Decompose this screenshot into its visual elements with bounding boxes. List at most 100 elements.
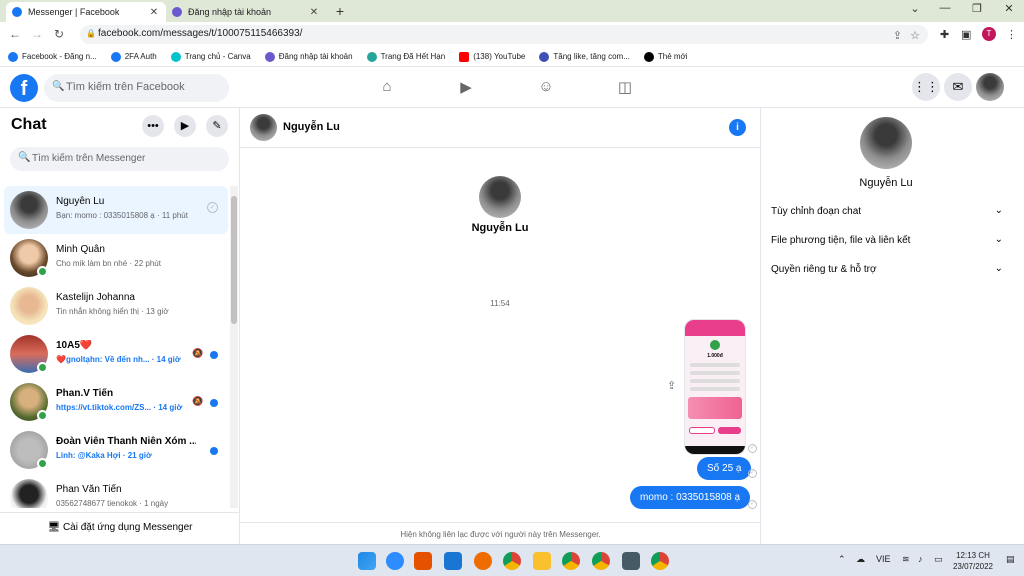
forward-icon[interactable]: ⇪	[667, 379, 676, 392]
bookmark-item[interactable]: Trang chủ - Canva	[170, 51, 251, 62]
chevron-up-icon[interactable]: ⌃	[838, 554, 846, 565]
chrome-menu-icon[interactable]: ⋮	[1006, 28, 1017, 41]
like-icon	[539, 51, 550, 62]
messenger-icon[interactable]: ✉	[944, 73, 972, 101]
video-call-icon[interactable]: ▶	[174, 115, 196, 137]
bookmark-item[interactable]: (138) YouTube	[459, 51, 525, 62]
chrome-profile-icon[interactable]	[592, 552, 610, 570]
unread-dot	[210, 399, 218, 407]
list-item[interactable]: 10A5❤️ ❤️gnoltạhn: Về đến nh... · 14 giờ…	[4, 330, 228, 378]
bookmark-label: 2FA Auth	[124, 52, 157, 61]
minimize-button[interactable]: —	[930, 2, 960, 14]
grid-icon[interactable]: ⋮⋮	[912, 73, 940, 101]
language-indicator[interactable]: VIE	[876, 554, 891, 564]
success-check-icon	[710, 340, 720, 350]
image-message[interactable]: 1.000đ	[684, 319, 746, 455]
bookmark-label: Trang Đã Hết Hạn	[380, 52, 446, 61]
scrollbar-thumb[interactable]	[231, 196, 237, 324]
search-placeholder: Tìm kiếm trên Messenger	[32, 153, 146, 164]
intro-avatar	[479, 176, 521, 218]
wifi-icon[interactable]: ≋	[902, 554, 910, 565]
zoom-icon[interactable]	[386, 552, 404, 570]
new-tab-button[interactable]: +	[332, 3, 348, 19]
chat-sidebar: Chat ••• ▶ ✎ 🔍 Tìm kiếm trên Messenger N…	[0, 108, 240, 544]
online-indicator	[37, 458, 48, 469]
close-window-button[interactable]: ✕	[994, 2, 1024, 15]
battery-icon[interactable]: ▭	[934, 554, 943, 565]
facebook-search-input[interactable]: 🔍 Tìm kiếm trên Facebook	[44, 74, 229, 102]
media-files-section[interactable]: File phương tiện, file và liên kết ⌄	[771, 234, 1003, 246]
close-tab-icon[interactable]: ✕	[308, 7, 320, 18]
extensions-icon[interactable]: ✚	[940, 28, 949, 41]
bookmark-item[interactable]: 2FA Auth	[110, 51, 157, 62]
share-page-icon[interactable]: ⇪	[893, 29, 902, 42]
sublime-icon[interactable]	[414, 552, 432, 570]
chrome-profile-icon[interactable]	[562, 552, 580, 570]
bookmark-label: Thẻ mới	[657, 52, 688, 61]
url-field[interactable]: 🔒 facebook.com/messages/t/10007511546639…	[80, 25, 928, 44]
info-icon[interactable]: i	[729, 119, 746, 136]
new-message-icon[interactable]: ✎	[206, 115, 228, 137]
list-item[interactable]: Kastelijn Johanna Tin nhắn không hiển th…	[4, 282, 228, 330]
address-bar: ← → ↻ 🔒 facebook.com/messages/t/10007511…	[0, 22, 1024, 47]
message-bubble: Số 25 ạ	[697, 457, 752, 480]
privacy-support-section[interactable]: Quyền riêng tư & hỗ trợ ⌄	[771, 263, 1003, 275]
bookmark-item[interactable]: Trang Đã Hết Hạn	[366, 51, 446, 62]
conversation-preview: Linh: @Kaka Hợi · 21 giờ	[56, 451, 152, 460]
conversation-preview: https://vt.tiktok.com/ZS... · 14 giờ	[56, 403, 183, 412]
tab-search-button[interactable]: ⌄	[900, 2, 930, 15]
groups-icon[interactable]: ☺	[535, 78, 557, 98]
gaming-icon[interactable]: ◫	[614, 78, 636, 98]
bookmark-star-icon[interactable]: ☆	[910, 29, 920, 42]
chrome-icon[interactable]	[503, 552, 521, 570]
bookmark-label: Trang chủ - Canva	[184, 52, 251, 61]
reload-icon[interactable]: ↻	[52, 27, 66, 41]
back-icon[interactable]: ←	[8, 27, 22, 41]
avatar	[860, 117, 912, 169]
windows-start-icon[interactable]	[358, 552, 376, 570]
profile-avatar[interactable]: T	[982, 27, 996, 41]
avatar[interactable]	[250, 114, 277, 141]
browser-tab-messenger[interactable]: Messenger | Facebook ✕	[6, 2, 166, 22]
bookmark-item[interactable]: Thẻ mới	[643, 51, 688, 62]
notifications-icon[interactable]: ▤	[1006, 554, 1015, 565]
list-item[interactable]: Nguyễn Lu Bạn: momo : 0335015808 ạ · 11 …	[4, 186, 228, 234]
account-avatar[interactable]	[976, 73, 1004, 101]
home-icon[interactable]: ⌂	[376, 78, 398, 98]
close-tab-icon[interactable]: ✕	[148, 7, 160, 18]
watch-icon[interactable]: ▶	[455, 78, 477, 98]
chrome-profile-icon[interactable]	[651, 552, 669, 570]
contact-name[interactable]: Nguyễn Lu	[283, 121, 340, 133]
clock-time: 12:13 CH	[956, 551, 990, 560]
vscode-icon[interactable]	[444, 552, 462, 570]
online-indicator	[37, 410, 48, 421]
browser-tab-login[interactable]: Đăng nhập tài khoản ✕	[166, 2, 326, 22]
forward-icon[interactable]: →	[30, 27, 44, 41]
list-item[interactable]: Đoàn Viên Thanh Niên Xóm ... Linh: @Kaka…	[4, 426, 228, 474]
facebook-header: f 🔍 Tìm kiếm trên Facebook ⌂ ▶ ☺ ◫ ⋮⋮ ✉	[0, 68, 1024, 108]
list-item[interactable]: Phan.V Tiến https://vt.tiktok.com/ZS... …	[4, 378, 228, 426]
page-icon	[366, 51, 377, 62]
list-item[interactable]: Phan Văn Tiến 03562748677 tienokok · 1 n…	[4, 474, 228, 508]
bookmark-item[interactable]: Tăng like, tăng com...	[539, 51, 630, 62]
side-panel-icon[interactable]: ▣	[961, 28, 971, 41]
volume-icon[interactable]: ♪	[918, 554, 923, 564]
clock[interactable]: 12:13 CH 23/07/2022	[948, 550, 998, 572]
customize-chat-section[interactable]: Tùy chỉnh đoạn chat ⌄	[771, 205, 1003, 217]
app-icon[interactable]	[474, 552, 492, 570]
app-icon[interactable]	[622, 552, 640, 570]
cloud-icon[interactable]: ☁	[856, 554, 865, 565]
conversation-preview: Bạn: momo : 0335015808 ạ · 11 phút	[56, 211, 188, 220]
file-explorer-icon[interactable]	[533, 552, 551, 570]
more-options-icon[interactable]: •••	[142, 115, 164, 137]
restore-button[interactable]: ❐	[962, 2, 992, 15]
list-item[interactable]: Minh Quân Cho mik làm bn nhé · 22 phút	[4, 234, 228, 282]
tiktok-icon	[643, 51, 654, 62]
online-indicator	[37, 266, 48, 277]
messenger-search-input[interactable]: 🔍 Tìm kiếm trên Messenger	[10, 147, 229, 171]
facebook-logo[interactable]: f	[10, 74, 38, 102]
bookmark-item[interactable]: Đăng nhập tài khoản	[264, 51, 353, 62]
install-label: Cài đặt ứng dụng Messenger	[62, 522, 193, 533]
bookmark-item[interactable]: Facebook - Đăng n...	[8, 51, 97, 62]
install-messenger-button[interactable]: 🖥 Cài đặt ứng dụng Messenger	[0, 512, 240, 544]
